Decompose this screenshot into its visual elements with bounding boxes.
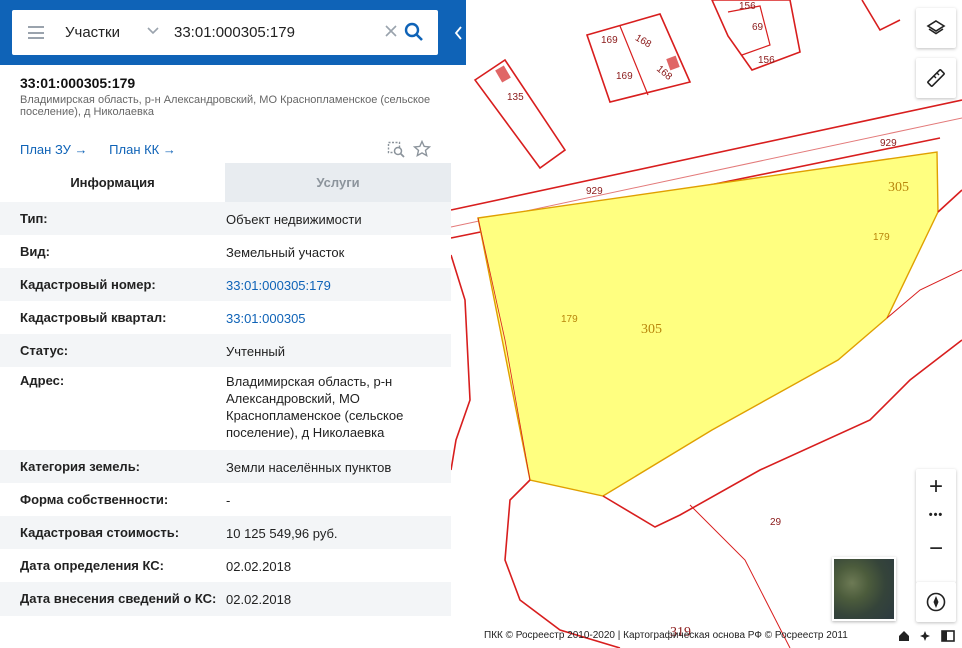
tab-services[interactable]: Услуги — [225, 163, 451, 202]
row-label: Категория земель: — [20, 459, 141, 474]
row-label: Кадастровый номер: — [20, 277, 156, 292]
row-value: 02.02.2018 — [226, 592, 292, 607]
object-header: 33:01:000305:179 Владимирская область, р… — [20, 75, 440, 118]
map-label-29: 29 — [770, 517, 782, 528]
table-row: Кадастровый квартал: 33:01:000305 — [0, 301, 451, 334]
compass-button[interactable] — [916, 582, 956, 622]
row-label: Дата определения КС: — [20, 558, 164, 573]
search-type-select[interactable]: Участки — [65, 24, 120, 41]
plan-links: План ЗУ → План КК → — [20, 142, 194, 157]
map-label-169: 169 — [601, 35, 618, 46]
row-label: Дата внесения сведений о КС: — [20, 591, 217, 606]
row-value: Учтенный — [226, 344, 286, 359]
chevron-down-icon[interactable] — [146, 23, 160, 37]
cadastral-number-link[interactable]: 33:01:000305:179 — [226, 277, 426, 294]
ruler-icon — [927, 69, 945, 87]
row-value: 10 125 549,96 руб. — [226, 526, 338, 541]
row-value: 02.02.2018 — [226, 559, 292, 574]
table-row: Кадастровая стоимость: 10 125 549,96 руб… — [0, 516, 451, 549]
plan-kk-link[interactable]: План КК → — [109, 142, 176, 157]
search-box: Участки — [12, 10, 438, 55]
table-row: Адрес: Владимирская область, р-н Алексан… — [0, 367, 451, 450]
map-label-156: 156 — [739, 1, 756, 12]
row-label: Форма собственности: — [20, 492, 169, 507]
cadastral-quarter-link[interactable]: 33:01:000305 — [226, 310, 426, 327]
row-label: Кадастровый квартал: — [20, 310, 167, 325]
row-label: Статус: — [20, 343, 69, 358]
zoom-object-icon[interactable] — [387, 140, 405, 158]
search-icon[interactable] — [404, 22, 424, 42]
map-label-929: 929 — [586, 186, 603, 197]
map-label-179: 179 — [873, 232, 890, 243]
table-row: Тип: Объект недвижимости — [0, 202, 451, 235]
table-row: Статус: Учтенный — [0, 334, 451, 367]
map-label-69: 69 — [752, 22, 764, 33]
zoom-controls: + ••• − — [916, 469, 956, 583]
panel-icon[interactable] — [941, 630, 955, 642]
menu-icon[interactable] — [28, 26, 44, 39]
table-row: Категория земель: Земли населённых пункт… — [0, 450, 451, 483]
object-title: 33:01:000305:179 — [20, 75, 136, 91]
app-root: 135 169 168 169 168 156 69 156 929 929 3… — [0, 0, 962, 648]
table-row: Дата внесения сведений о КС: 02.02.2018 — [0, 582, 451, 616]
close-icon[interactable] — [384, 24, 398, 38]
row-label: Кадастровая стоимость: — [20, 525, 180, 540]
row-label: Адрес: — [20, 373, 65, 388]
row-value: Земли населённых пунктов — [226, 460, 392, 475]
attributes-table: Тип: Объект недвижимости Вид: Земельный … — [0, 202, 451, 616]
table-row: Дата определения КС: 02.02.2018 — [0, 549, 451, 582]
star-icon[interactable] — [413, 140, 431, 158]
object-address: Владимирская область, р-н Александровски… — [20, 94, 431, 118]
map-label-305: 305 — [888, 180, 909, 195]
tab-info[interactable]: Информация — [0, 163, 225, 202]
chevron-left-icon[interactable] — [451, 18, 466, 48]
layers-icon — [926, 20, 946, 35]
row-label: Тип: — [20, 211, 48, 226]
layers-button[interactable] — [916, 8, 956, 48]
map-label-156b: 156 — [758, 55, 775, 66]
zoom-out-button[interactable]: − — [916, 535, 956, 563]
table-row: Вид: Земельный участок — [0, 235, 451, 268]
info-panel: Участки 33:01:000305:179 Владимирская об — [0, 0, 466, 648]
row-value: Объект недвижимости — [226, 212, 362, 227]
search-bar: Участки — [0, 0, 466, 65]
satellite-minimap[interactable] — [832, 557, 896, 621]
map-label-179b: 179 — [561, 314, 578, 325]
map-label-135: 135 — [507, 92, 524, 103]
locate-icon[interactable] — [920, 631, 930, 641]
table-row: Форма собственности: - — [0, 483, 451, 516]
ruler-button[interactable] — [916, 58, 956, 98]
panel-tabs: Информация Услуги — [0, 163, 451, 202]
table-row: Кадастровый номер: 33:01:000305:179 — [0, 268, 451, 301]
row-value: - — [226, 493, 231, 508]
map-attribution: ПКК © Росреестр 2010-2020 | Картографиче… — [484, 630, 848, 641]
row-label: Вид: — [20, 244, 50, 259]
home-icon[interactable] — [899, 631, 909, 641]
map-label-305b: 305 — [641, 322, 662, 337]
search-input[interactable] — [174, 21, 374, 43]
zoom-more-button[interactable]: ••• — [916, 509, 956, 521]
map-label-169b: 169 — [616, 71, 633, 82]
row-value: Земельный участок — [226, 245, 345, 260]
bottom-icons — [899, 630, 955, 642]
row-value: Владимирская область, р-н Александровски… — [226, 374, 404, 440]
zoom-in-button[interactable]: + — [916, 473, 956, 501]
compass-icon — [926, 592, 946, 612]
map-label-929b: 929 — [880, 138, 897, 149]
plan-zu-link[interactable]: План ЗУ → — [20, 142, 88, 157]
